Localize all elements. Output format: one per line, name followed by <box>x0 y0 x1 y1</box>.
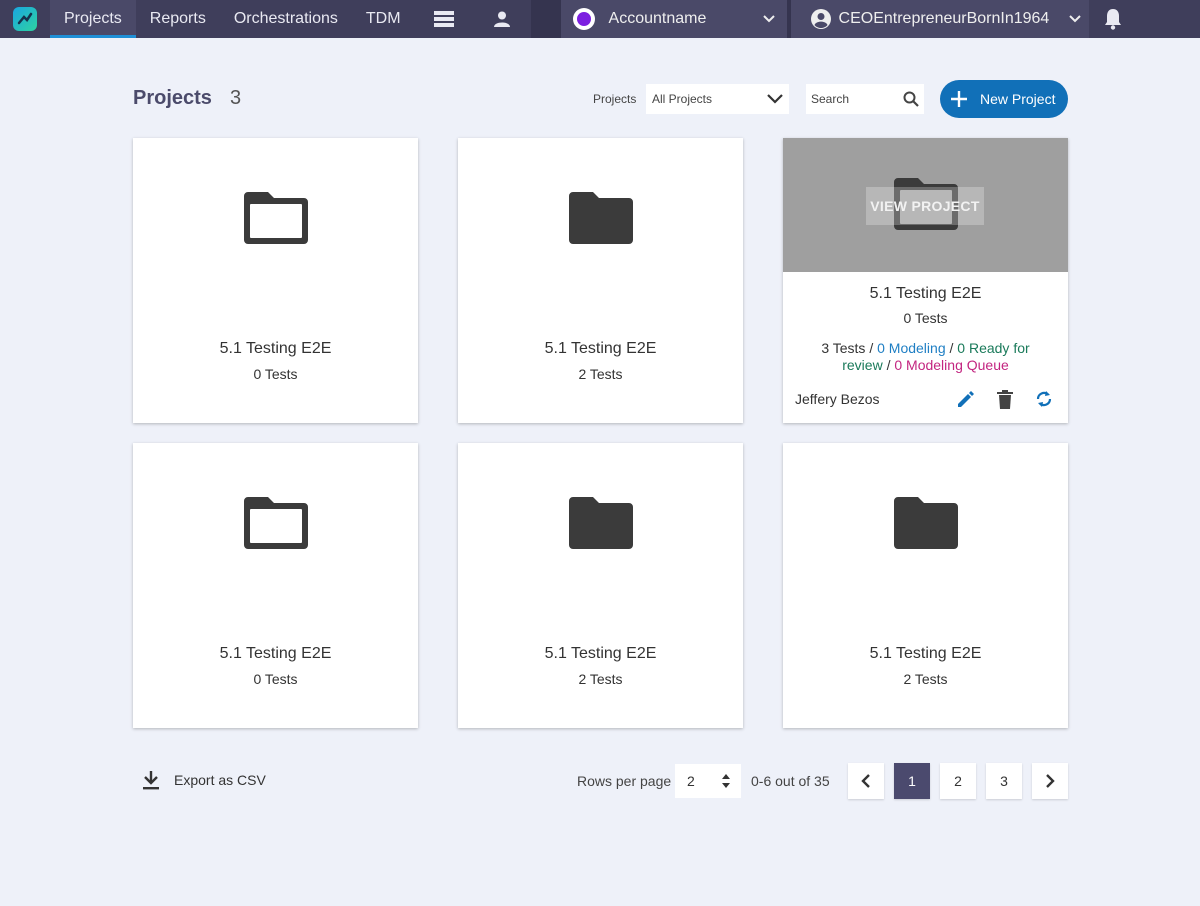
search-placeholder: Search <box>811 92 850 106</box>
account-color-icon <box>572 8 595 30</box>
project-name: 5.1 Testing E2E <box>544 645 657 662</box>
chevron-down-icon <box>762 15 775 23</box>
projects-filter-select[interactable]: All Projects <box>646 84 789 114</box>
chevron-down-icon <box>1068 15 1081 23</box>
project-test-count: 0 Tests <box>253 671 298 687</box>
nav-person-button[interactable] <box>473 0 531 38</box>
nav-projects-label: Projects <box>64 10 122 27</box>
folder-filled-icon <box>893 497 958 549</box>
folder-outline-icon <box>243 497 308 549</box>
rows-per-page-select[interactable]: 2 <box>675 764 741 798</box>
new-project-label: New Project <box>980 91 1056 107</box>
chevron-left-icon <box>861 774 870 788</box>
folder-filled-icon <box>568 192 633 244</box>
sync-icon <box>1036 391 1052 407</box>
top-navigation-bar: Projects Reports Orchestrations TDM Acco… <box>0 0 1200 38</box>
project-card[interactable]: 5.1 Testing E2E 0 Tests <box>133 138 418 423</box>
project-name: 5.1 Testing E2E <box>869 285 982 302</box>
project-count: 3 <box>230 87 242 109</box>
project-test-count: 2 Tests <box>578 671 623 687</box>
logo-icon <box>13 7 37 31</box>
app-logo[interactable] <box>0 0 50 38</box>
page-button-3[interactable]: 3 <box>986 763 1022 799</box>
nav-tdm-label: TDM <box>365 10 401 27</box>
user-name: CEOEntrepreneurBornIn1964 <box>838 10 1050 27</box>
project-card[interactable]: 5.1 Testing E2E 0 Tests <box>133 443 418 728</box>
export-csv-label: Export as CSV <box>174 772 266 788</box>
rows-per-page-value: 2 <box>687 773 695 789</box>
project-card-hovered[interactable]: VIEW PROJECT 5.1 Testing E2E 0 Tests 3 T… <box>783 138 1068 423</box>
nav-reports[interactable]: Reports <box>136 0 220 38</box>
rows-per-page-label: Rows per page <box>577 773 672 789</box>
folder-filled-icon <box>568 497 633 549</box>
project-test-count: 2 Tests <box>903 671 948 687</box>
user-menu[interactable]: CEOEntrepreneurBornIn1964 <box>790 0 1089 38</box>
sync-project-button[interactable] <box>1033 388 1055 410</box>
chevron-down-icon <box>767 94 783 104</box>
nav-divider <box>530 0 561 38</box>
project-name: 5.1 Testing E2E <box>869 645 982 662</box>
pagination-range: 0-6 out of 35 <box>751 773 830 789</box>
project-card[interactable]: 5.1 Testing E2E 2 Tests <box>458 138 743 423</box>
stat-ready-for-review-cont: review <box>842 357 883 373</box>
person-icon <box>493 11 510 27</box>
sort-arrows-icon <box>722 774 730 788</box>
trash-icon <box>997 389 1013 409</box>
nav-reports-label: Reports <box>149 10 206 27</box>
table-rows-icon <box>433 11 454 27</box>
delete-project-button[interactable] <box>994 388 1016 410</box>
pencil-icon <box>958 391 974 407</box>
project-name: 5.1 Testing E2E <box>544 340 657 357</box>
new-project-button[interactable]: New Project <box>940 80 1068 118</box>
projects-filter-value: All Projects <box>652 92 713 106</box>
project-card[interactable]: 5.1 Testing E2E 2 Tests <box>458 443 743 728</box>
prev-page-button[interactable] <box>848 763 884 799</box>
view-project-button[interactable]: VIEW PROJECT <box>866 187 984 225</box>
account-selector[interactable]: Accountname <box>560 0 787 38</box>
notifications-button[interactable] <box>1089 0 1137 38</box>
project-name: 5.1 Testing E2E <box>219 645 332 662</box>
account-name: Accountname <box>608 10 707 27</box>
bell-icon <box>1104 9 1121 30</box>
project-name: 5.1 Testing E2E <box>219 340 332 357</box>
project-owner: Jeffery Bezos <box>795 391 880 407</box>
account-circle-icon <box>810 9 831 29</box>
projects-filter-label: Projects <box>593 92 637 106</box>
chevron-right-icon <box>1046 774 1055 788</box>
nav-table-rows-button[interactable] <box>415 0 473 38</box>
project-test-count: 0 Tests <box>903 310 948 326</box>
stat-ready-for-review: 0 Ready for <box>957 340 1030 356</box>
page-title: Projects <box>133 87 212 109</box>
stat-total-tests: 3 Tests <box>821 340 866 356</box>
page-button-1[interactable]: 1 <box>894 763 930 799</box>
project-test-count: 0 Tests <box>253 366 298 382</box>
folder-outline-icon <box>243 192 308 244</box>
plus-icon <box>951 91 967 107</box>
project-test-stats: 3 Tests / 0 Modeling / 0 Ready for revie… <box>821 340 1030 373</box>
project-test-count: 2 Tests <box>578 366 623 382</box>
export-csv-button[interactable]: Export as CSV <box>142 770 266 790</box>
nav-projects[interactable]: Projects <box>50 0 136 38</box>
nav-orchestrations-label: Orchestrations <box>233 10 338 27</box>
next-page-button[interactable] <box>1032 763 1068 799</box>
search-icon <box>903 91 919 107</box>
nav-tdm[interactable]: TDM <box>352 0 415 38</box>
card-hover-overlay: VIEW PROJECT <box>783 138 1068 272</box>
project-card[interactable]: 5.1 Testing E2E 2 Tests <box>783 443 1068 728</box>
edit-project-button[interactable] <box>955 388 977 410</box>
search-input[interactable]: Search <box>806 84 924 114</box>
download-icon <box>143 771 159 790</box>
page-button-2[interactable]: 2 <box>940 763 976 799</box>
stat-modeling: 0 Modeling <box>877 340 946 356</box>
nav-orchestrations[interactable]: Orchestrations <box>220 0 352 38</box>
stat-modeling-queue: 0 Modeling Queue <box>894 357 1009 373</box>
